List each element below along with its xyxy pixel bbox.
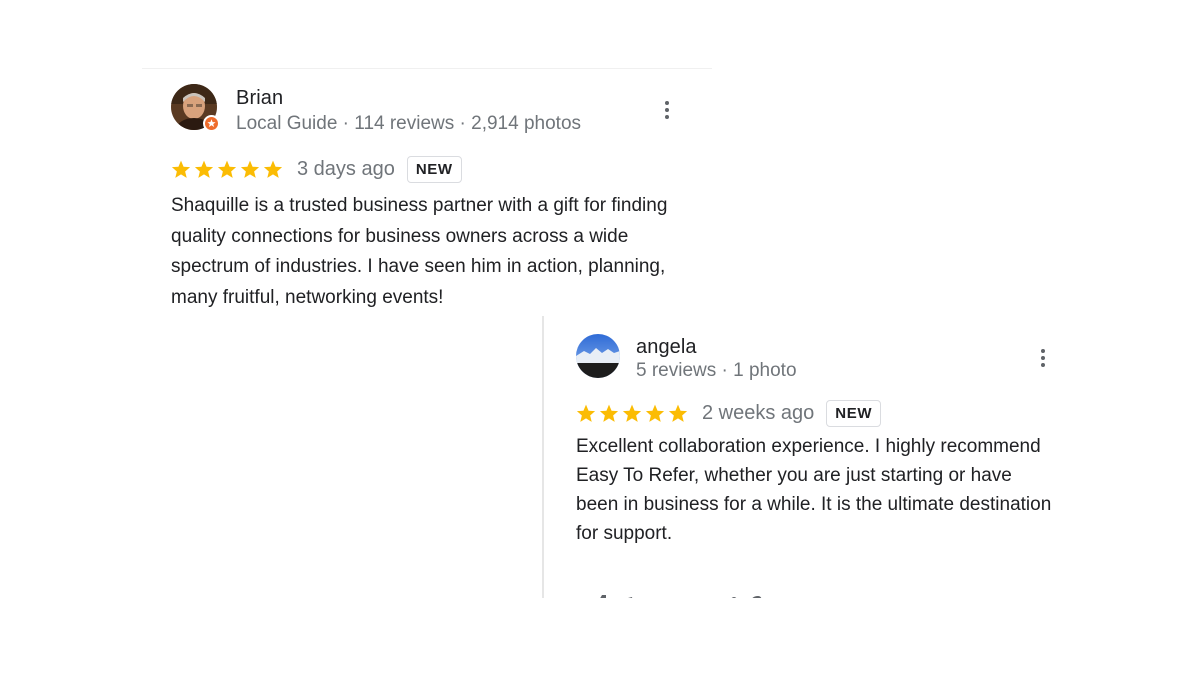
star-icon [217,160,237,178]
review-actions-cut-off [592,588,812,598]
star-icon [194,160,214,178]
star-icon [622,404,642,422]
reviewer-meta: 5 reviews · 1 photo [636,360,797,381]
review-text: Excellent collaboration experience. I hi… [576,436,1052,544]
avatar-photo [576,334,620,378]
review-screenshot-collage: Brian Local Guide · 114 reviews · 2,914 … [0,0,1200,674]
reviewer-avatar[interactable] [576,334,620,378]
reviewer-avatar[interactable] [171,84,220,132]
star-icon [645,404,665,422]
more-vert-icon [665,101,669,105]
star-icon [171,160,191,178]
new-badge: NEW [826,400,882,427]
star-rating [576,404,688,423]
more-vert-icon [1041,349,1045,353]
more-options-button[interactable] [1032,344,1054,372]
reviewer-name[interactable]: angela [636,336,697,359]
star-rating [171,160,283,179]
review-date: 3 days ago [297,158,395,180]
reviewer-name[interactable]: Brian [236,87,283,110]
star-icon [240,160,260,178]
more-options-button[interactable] [656,96,678,124]
star-icon [576,404,596,422]
star-icon [263,160,283,178]
local-guide-badge-icon [203,115,220,132]
star-icon [668,404,688,422]
review-card: Brian Local Guide · 114 reviews · 2,914 … [142,68,712,327]
star-icon [599,404,619,422]
review-text: Shaquille is a trusted business partner … [171,195,668,308]
rating-row: 3 days ago NEW [171,156,462,183]
review-card: angela 5 reviews · 1 photo 2 weeks ago N… [542,316,1064,598]
action-icons-partial [600,595,762,598]
reviewer-meta: Local Guide · 114 reviews · 2,914 photos [236,113,582,134]
review-date: 2 weeks ago [702,402,815,424]
rating-row: 2 weeks ago NEW [576,400,882,427]
new-badge: NEW [406,156,462,183]
